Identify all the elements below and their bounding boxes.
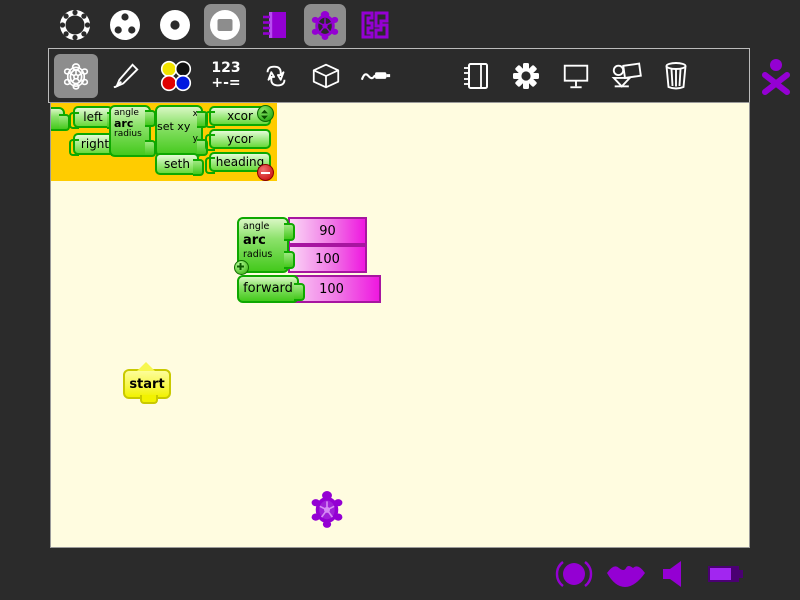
palette-block-setxy-label: set xy	[157, 121, 198, 133]
work-canvas[interactable]: d left right angle arc radius x set xy	[50, 102, 750, 548]
palette-block-partial[interactable]: d	[50, 107, 65, 131]
speaker-icon	[659, 559, 693, 589]
flow-palette-icon	[261, 61, 291, 91]
main-toolbar: 123 +-=	[48, 48, 750, 103]
arc-radius-label: radius	[243, 250, 283, 260]
arc-angle-label: angle	[243, 222, 283, 232]
numbers-line-1: 123	[211, 61, 240, 76]
arc-angle-value[interactable]: 90	[288, 217, 367, 245]
mode-btn-activity[interactable]	[204, 4, 246, 46]
tool-blocks-palette[interactable]	[304, 54, 348, 98]
dots-ring-icon	[56, 6, 94, 44]
palette-block-partial-label: d	[50, 113, 51, 126]
volume-button[interactable]	[656, 554, 696, 594]
palette-block-setxy-y-label: y	[160, 135, 198, 144]
scroll-down-stop-icon	[261, 172, 270, 174]
mode-bar	[0, 0, 800, 50]
palette-block-arc[interactable]: angle arc radius	[109, 105, 151, 157]
palette-scroll-down-button[interactable]	[257, 164, 274, 181]
arc-name-label: arc	[243, 234, 283, 248]
palette-block-setxy-x-label: x	[160, 110, 198, 119]
mode-btn-turtle[interactable]	[304, 4, 346, 46]
mode-btn-neighborhood[interactable]	[54, 4, 96, 46]
sensors-palette-icon	[360, 63, 392, 89]
dot-single-icon	[156, 6, 194, 44]
battery-icon	[706, 562, 746, 586]
start-block-label: start	[129, 377, 164, 392]
palette-block-xcor-label: xcor	[227, 109, 253, 123]
pen-palette-icon	[111, 61, 141, 91]
tool-journal-palette[interactable]	[454, 54, 498, 98]
palette-block-ycor[interactable]: ycor	[209, 129, 271, 149]
arc-block[interactable]: angle arc radius	[237, 217, 289, 273]
block-palette[interactable]: d left right angle arc radius x set xy	[51, 103, 277, 181]
stop-activity-icon	[758, 56, 794, 96]
arc-radius-value-text: 100	[315, 252, 340, 267]
forward-block-label: forward	[243, 282, 293, 296]
palette-block-seth[interactable]: seth	[155, 153, 199, 175]
mode-btn-journal[interactable]	[254, 4, 296, 46]
numbers-line-2: +-=	[211, 76, 240, 91]
scroll-up-arrow-icon	[258, 108, 271, 121]
colors-palette-icon	[160, 60, 192, 92]
mode-btn-group[interactable]	[104, 4, 146, 46]
palette-scroll-up-button[interactable]	[257, 105, 274, 122]
palette-block-seth-label: seth	[164, 157, 190, 171]
arc-expand-button[interactable]	[234, 260, 249, 275]
project-icon	[610, 61, 642, 91]
mode-btn-blocks[interactable]	[354, 4, 396, 46]
start-block[interactable]: start	[123, 369, 171, 399]
palette-block-setxy[interactable]: x set xy y	[155, 105, 203, 157]
tool-turtle-palette[interactable]	[54, 54, 98, 98]
stop-activity-button[interactable]	[758, 56, 794, 96]
forward-block[interactable]: forward	[237, 275, 299, 303]
palette-block-ycor-label: ycor	[227, 132, 253, 146]
tool-flow-palette[interactable]	[254, 54, 298, 98]
turtle-sprite-icon	[309, 489, 345, 529]
dots-three-icon	[106, 6, 144, 44]
plus-expand-icon	[235, 261, 246, 272]
record-icon	[555, 555, 593, 593]
turtle-sprite[interactable]	[309, 489, 345, 529]
palette-block-left[interactable]: left	[73, 106, 113, 128]
settings-icon	[512, 62, 540, 90]
battery-indicator[interactable]	[706, 554, 746, 594]
turtle-palette-icon	[61, 61, 91, 91]
palette-block-left-label: left	[83, 110, 102, 124]
mode-btn-home[interactable]	[154, 4, 196, 46]
bottom-bar	[0, 548, 800, 600]
activity-frame-icon	[208, 8, 242, 42]
record-button[interactable]	[554, 554, 594, 594]
lips-icon	[606, 561, 646, 587]
tool-colors-palette[interactable]	[154, 54, 198, 98]
arc-angle-value-text: 90	[319, 224, 336, 239]
tool-pen-palette[interactable]	[104, 54, 148, 98]
journal-palette-icon	[462, 61, 490, 91]
palette-block-right-label: right	[81, 137, 109, 151]
tool-numbers-palette[interactable]: 123 +-=	[204, 54, 248, 98]
trash-icon	[662, 61, 690, 91]
presentation-icon	[561, 61, 591, 91]
speak-button[interactable]	[606, 554, 646, 594]
palette-block-heading-label: heading	[216, 155, 265, 169]
tool-trash[interactable]	[654, 54, 698, 98]
journal-icon	[258, 8, 292, 42]
arc-radius-value[interactable]: 100	[288, 245, 367, 273]
blocks-maze-icon	[358, 8, 392, 42]
palette-block-arc-radius-label: radius	[114, 130, 146, 139]
tool-settings[interactable]	[504, 54, 548, 98]
tool-sensors-palette[interactable]	[354, 54, 398, 98]
turtle-icon	[308, 8, 342, 42]
tool-presentation[interactable]	[554, 54, 598, 98]
blocks-palette-icon	[310, 61, 342, 91]
tool-project[interactable]	[604, 54, 648, 98]
forward-value-text: 100	[319, 282, 344, 297]
